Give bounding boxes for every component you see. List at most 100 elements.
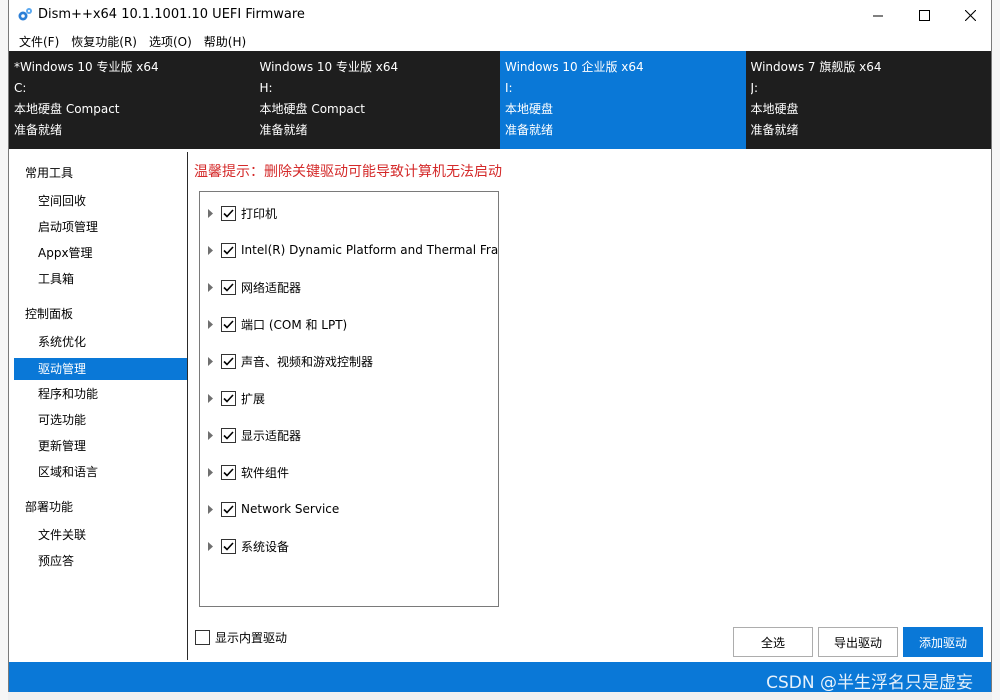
sidebar-item-appx[interactable]: Appx管理	[14, 242, 187, 264]
driver-checkbox[interactable]	[221, 279, 236, 295]
tab-drive: I:	[505, 81, 513, 95]
driver-category-label: 声音、视频和游戏控制器	[241, 354, 374, 369]
driver-tree-row[interactable]: 显示适配器	[200, 425, 498, 445]
driver-checkbox[interactable]	[221, 316, 236, 332]
tab-image-h[interactable]: Windows 10 专业版 x64 H: 本地硬盘 Compact 准备就绪	[255, 51, 501, 149]
expand-arrow-icon[interactable]	[208, 319, 218, 329]
show-builtin-drivers-toggle[interactable]: 显示内置驱动	[195, 629, 287, 646]
menu-restore[interactable]: 恢复功能(R)	[65, 33, 143, 50]
driver-checkbox[interactable]	[221, 501, 236, 517]
tab-name: *Windows 10 专业版 x64	[14, 60, 159, 74]
title-bar[interactable]: Dism++x64 10.1.1001.10 UEFI Firmware	[9, 0, 991, 31]
sidebar-group-deploy: 部署功能	[25, 500, 74, 514]
sidebar-item-file-association[interactable]: 文件关联	[14, 524, 187, 546]
minimize-icon	[872, 15, 883, 17]
expand-arrow-icon[interactable]	[208, 208, 218, 218]
expand-arrow-icon[interactable]	[208, 430, 218, 440]
driver-category-label: 显示适配器	[241, 428, 302, 443]
sidebar-item-toolbox[interactable]: 工具箱	[14, 268, 187, 290]
tab-status: 准备就绪	[259, 123, 308, 137]
check-icon	[223, 430, 234, 440]
menu-file[interactable]: 文件(F)	[13, 33, 65, 50]
menu-bar: 文件(F) 恢复功能(R) 选项(O) 帮助(H)	[9, 31, 991, 51]
tab-image-i[interactable]: Windows 10 企业版 x64 I: 本地硬盘 准备就绪	[500, 51, 746, 149]
close-button[interactable]	[947, 0, 993, 31]
show-builtin-checkbox[interactable]	[195, 630, 210, 645]
check-icon	[223, 541, 234, 551]
sidebar-item-space-recovery[interactable]: 空间回收	[14, 190, 187, 212]
warning-text: 温馨提示：删除关键驱动可能导致计算机无法启动	[194, 164, 502, 180]
check-icon	[223, 208, 234, 218]
tab-status: 准备就绪	[750, 123, 799, 137]
sidebar: 常用工具 空间回收 启动项管理 Appx管理 工具箱 控制面板 系统优化 驱动管…	[11, 152, 188, 660]
driver-checkbox[interactable]	[221, 538, 236, 554]
driver-tree-row[interactable]: 声音、视频和游戏控制器	[200, 351, 498, 371]
maximize-icon	[918, 10, 930, 21]
expand-arrow-icon[interactable]	[208, 393, 218, 403]
menu-help[interactable]: 帮助(H)	[198, 33, 252, 50]
driver-category-label: 软件组件	[241, 465, 290, 480]
driver-tree-row[interactable]: Network Service	[200, 499, 498, 519]
driver-checkbox[interactable]	[221, 464, 236, 480]
tab-image-c[interactable]: *Windows 10 专业版 x64 C: 本地硬盘 Compact 准备就绪	[9, 51, 255, 149]
driver-tree-row[interactable]: Intel(R) Dynamic Platform and Thermal Fr…	[200, 240, 498, 260]
driver-tree-row[interactable]: 软件组件	[200, 462, 498, 482]
export-drivers-button[interactable]: 导出驱动	[818, 627, 898, 657]
csdn-watermark: CSDN @半生浮名只是虚妄	[766, 673, 973, 693]
tab-name: Windows 10 专业版 x64	[259, 60, 399, 74]
sidebar-item-driver-management[interactable]: 驱动管理	[14, 358, 187, 380]
driver-checkbox[interactable]	[221, 427, 236, 443]
sidebar-item-pre-answer[interactable]: 预应答	[14, 550, 187, 572]
driver-tree-row[interactable]: 网络适配器	[200, 277, 498, 297]
sidebar-item-startup[interactable]: 启动项管理	[14, 216, 187, 238]
check-icon	[223, 393, 234, 403]
tab-image-j[interactable]: Windows 7 旗舰版 x64 J: 本地硬盘 准备就绪	[746, 51, 992, 149]
expand-arrow-icon[interactable]	[208, 245, 218, 255]
driver-tree-row[interactable]: 扩展	[200, 388, 498, 408]
tab-name: Windows 7 旗舰版 x64	[750, 60, 882, 74]
tab-type: 本地硬盘	[505, 102, 554, 116]
expand-arrow-icon[interactable]	[208, 282, 218, 292]
background-edge-left	[0, 0, 8, 700]
driver-tree[interactable]: 打印机 Intel(R) Dynamic Platform and Thermal…	[199, 191, 499, 607]
driver-tree-row[interactable]: 打印机	[200, 203, 498, 223]
tab-status: 准备就绪	[505, 123, 554, 137]
image-tabs: *Windows 10 专业版 x64 C: 本地硬盘 Compact 准备就绪…	[9, 51, 991, 149]
driver-category-label: 扩展	[241, 391, 266, 406]
check-icon	[223, 467, 234, 477]
sidebar-item-region-language[interactable]: 区域和语言	[14, 461, 187, 483]
sidebar-item-optional-features[interactable]: 可选功能	[14, 409, 187, 431]
check-icon	[223, 356, 234, 366]
gear-app-icon	[18, 8, 32, 21]
check-icon	[223, 504, 234, 514]
check-icon	[223, 245, 234, 255]
driver-tree-row[interactable]: 端口 (COM 和 LPT)	[200, 314, 498, 334]
minimize-button[interactable]	[855, 0, 901, 31]
driver-checkbox[interactable]	[221, 390, 236, 406]
driver-tree-row[interactable]: 系统设备	[200, 536, 498, 556]
expand-arrow-icon[interactable]	[208, 467, 218, 477]
driver-checkbox[interactable]	[221, 205, 236, 221]
sidebar-item-updates[interactable]: 更新管理	[14, 435, 187, 457]
sidebar-group-control-panel: 控制面板	[25, 307, 74, 321]
driver-checkbox[interactable]	[221, 242, 236, 258]
driver-category-label: 端口 (COM 和 LPT)	[241, 317, 348, 332]
expand-arrow-icon[interactable]	[208, 504, 218, 514]
sidebar-item-programs[interactable]: 程序和功能	[14, 383, 187, 405]
driver-category-label: 网络适配器	[241, 280, 302, 295]
close-icon	[964, 10, 976, 21]
expand-arrow-icon[interactable]	[208, 541, 218, 551]
sidebar-item-system-optimize[interactable]: 系统优化	[14, 331, 187, 353]
driver-checkbox[interactable]	[221, 353, 236, 369]
tab-type: 本地硬盘 Compact	[14, 102, 120, 116]
add-driver-button[interactable]: 添加驱动	[903, 627, 983, 657]
window-title: Dism++x64 10.1.1001.10 UEFI Firmware	[38, 7, 305, 22]
driver-category-label: 系统设备	[241, 539, 290, 554]
tab-drive: H:	[259, 81, 273, 95]
menu-options[interactable]: 选项(O)	[143, 33, 198, 50]
maximize-button[interactable]	[901, 0, 947, 31]
expand-arrow-icon[interactable]	[208, 356, 218, 366]
tab-type: 本地硬盘 Compact	[259, 102, 366, 116]
show-builtin-label: 显示内置驱动	[215, 631, 288, 645]
select-all-button[interactable]: 全选	[733, 627, 813, 657]
